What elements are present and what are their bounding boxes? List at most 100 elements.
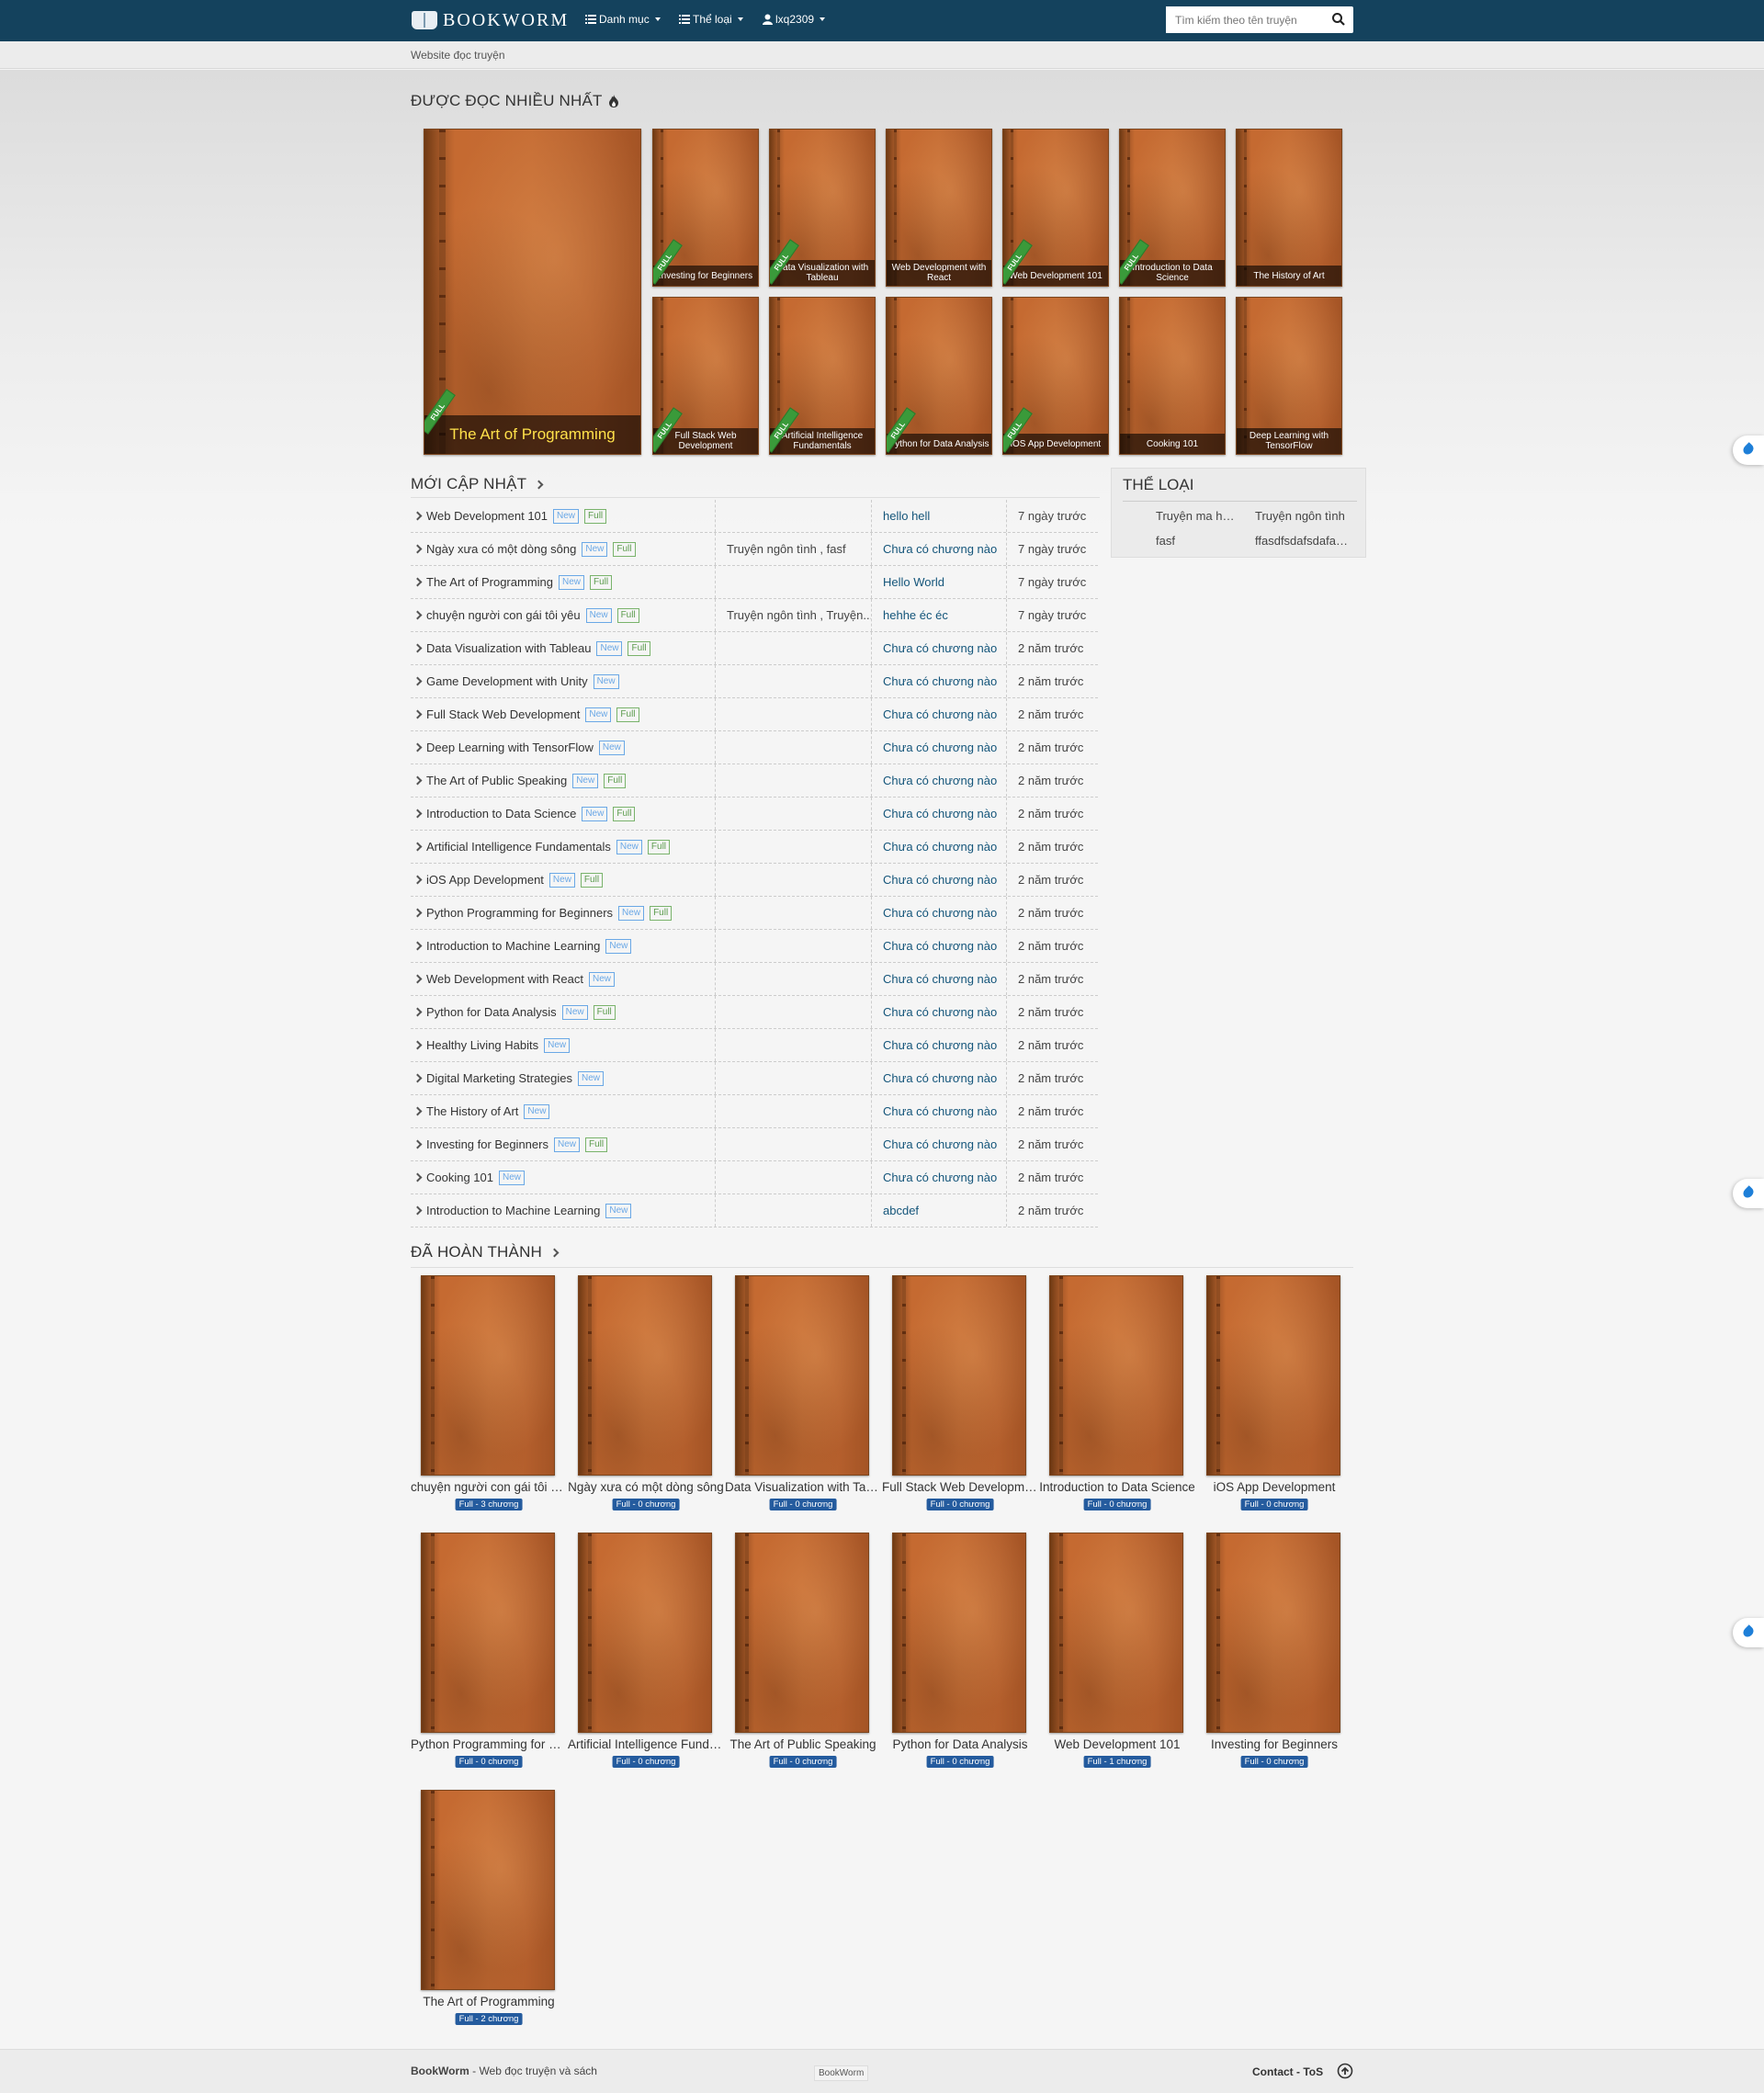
row-chapter-link[interactable]: Chưa có chương nào [872,798,1007,830]
hot-book-card[interactable]: Deep Learning with TensorFlow [1236,297,1342,455]
row-title-cell[interactable]: Python for Data Analysis New Full [411,996,716,1028]
row-title-cell[interactable]: Python Programming for Beginners New Full [411,897,716,929]
menu-genre[interactable]: Thể loại [679,13,743,26]
row-title-cell[interactable]: Full Stack Web Development New Full [411,698,716,730]
completed-book-title[interactable]: Python for Data Analysis [882,1737,1038,1751]
row-genres[interactable] [716,764,872,797]
hot-book-card[interactable]: FULL Data Visualization with Tableau [769,129,876,287]
row-genres[interactable] [716,1128,872,1160]
row-chapter-link[interactable]: abcdef [872,1194,1007,1227]
row-title-cell[interactable]: Healthy Living Habits New [411,1029,716,1061]
row-genres[interactable] [716,665,872,697]
row-title[interactable]: Digital Marketing Strategies [426,1071,572,1085]
row-title[interactable]: The History of Art [426,1104,518,1118]
floating-widget-button[interactable] [1733,1179,1764,1208]
row-genres[interactable] [716,963,872,995]
row-chapter-link[interactable]: Chưa có chương nào [872,1128,1007,1160]
row-title[interactable]: Introduction to Machine Learning [426,1204,600,1217]
genre-item[interactable]: Truyện ngôn tình [1255,509,1351,523]
search-input[interactable] [1166,6,1322,33]
book-cover-image[interactable] [892,1275,1026,1476]
row-title[interactable]: Web Development 101 [426,509,548,523]
contact-link[interactable]: Contact [1252,2065,1294,2078]
book-cover-image[interactable] [421,1533,555,1733]
row-title[interactable]: chuyện người con gái tôi yêu [426,608,581,622]
completed-book-title[interactable]: Ngày xưa có một dòng sông [568,1480,724,1494]
row-chapter-link[interactable]: hello hell [872,500,1007,532]
row-title[interactable]: Python Programming for Beginners [426,906,613,920]
row-genres[interactable] [716,1161,872,1194]
row-genres[interactable] [716,500,872,532]
completed-book-title[interactable]: Full Stack Web Development [882,1480,1038,1494]
book-cover-image[interactable] [735,1533,869,1733]
row-chapter-link[interactable]: hehhe éc éc [872,599,1007,631]
row-genres[interactable] [716,864,872,896]
completed-book-card[interactable]: Python Programming for Beginners Full - 0… [411,1533,567,1773]
completed-book-card[interactable]: Python for Data Analysis Full - 0 chương [882,1533,1038,1773]
row-title[interactable]: Ngày xưa có một dòng sông [426,542,576,556]
row-title[interactable]: Web Development with React [426,972,583,986]
hot-book-card[interactable]: Cooking 101 [1119,297,1226,455]
genre-item[interactable]: Truyện ma hành... [1156,509,1238,523]
row-title[interactable]: Artificial Intelligence Fundamentals [426,840,611,854]
completed-book-title[interactable]: Investing for Beginners [1196,1737,1352,1751]
row-title[interactable]: Healthy Living Habits [426,1038,538,1052]
row-genres[interactable] [716,897,872,929]
genre-item[interactable]: fasf [1156,534,1238,548]
row-title-cell[interactable]: Deep Learning with TensorFlow New [411,731,716,764]
row-chapter-link[interactable]: Chưa có chương nào [872,764,1007,797]
brand-logo[interactable]: BOOKWORM [412,8,569,32]
hot-featured-book[interactable]: FULL The Art of Programming [424,129,641,455]
book-cover-image[interactable] [421,1790,555,1990]
row-genres[interactable] [716,930,872,962]
row-chapter-link[interactable]: Chưa có chương nào [872,831,1007,863]
row-title-cell[interactable]: The Art of Programming New Full [411,566,716,598]
hot-book-card[interactable]: Web Development with React [886,129,992,287]
completed-book-card[interactable]: The Art of Public Speaking Full - 0 chươn… [725,1533,881,1773]
row-title-cell[interactable]: Game Development with Unity New [411,665,716,697]
row-title[interactable]: The Art of Public Speaking [426,774,567,787]
completed-book-card[interactable]: Artificial Intelligence Fundamentals Full… [568,1533,724,1773]
search-icon[interactable] [1331,12,1346,27]
row-chapter-link[interactable]: Chưa có chương nào [872,1161,1007,1194]
row-chapter-link[interactable]: Chưa có chương nào [872,533,1007,565]
completed-book-card[interactable]: The Art of Programming Full - 2 chương [411,1790,567,2031]
row-genres[interactable] [716,996,872,1028]
completed-book-card[interactable]: Web Development 101 Full - 1 chương [1039,1533,1195,1773]
floating-widget-button[interactable] [1733,1618,1764,1647]
scroll-top-icon[interactable] [1337,2063,1353,2079]
row-chapter-link[interactable]: Chưa có chương nào [872,963,1007,995]
book-cover-image[interactable] [578,1533,712,1733]
row-title[interactable]: Cooking 101 [426,1171,493,1184]
row-title-cell[interactable]: The History of Art New [411,1095,716,1127]
book-cover-image[interactable] [1049,1275,1183,1476]
book-cover-image[interactable] [1206,1275,1340,1476]
row-title-cell[interactable]: Ngày xưa có một dòng sông New Full [411,533,716,565]
completed-book-title[interactable]: chuyện người con gái tôi yêu [411,1480,567,1494]
row-chapter-link[interactable]: Chưa có chương nào [872,731,1007,764]
section-completed-title[interactable]: ĐÃ HOÀN THÀNH [411,1243,563,1261]
row-chapter-link[interactable]: Chưa có chương nào [872,996,1007,1028]
floating-widget-button[interactable] [1733,436,1764,465]
footer-brand[interactable]: BookWorm [411,2065,469,2077]
completed-book-card[interactable]: chuyện người con gái tôi yêu Full - 3 chư… [411,1275,567,1516]
row-chapter-link[interactable]: Chưa có chương nào [872,1095,1007,1127]
row-title[interactable]: iOS App Development [426,873,544,887]
row-title[interactable]: The Art of Programming [426,575,553,589]
row-chapter-link[interactable]: Chưa có chương nào [872,632,1007,664]
row-genres[interactable] [716,1029,872,1061]
row-genres[interactable] [716,632,872,664]
row-title[interactable]: Introduction to Machine Learning [426,939,600,953]
row-genres[interactable]: Truyện ngôn tình , fasf [716,533,872,565]
hot-book-card[interactable]: FULL Web Development 101 [1002,129,1109,287]
completed-book-title[interactable]: Artificial Intelligence Fundamentals [568,1737,724,1751]
row-title-cell[interactable]: Data Visualization with Tableau New Full [411,632,716,664]
row-title-cell[interactable]: The Art of Public Speaking New Full [411,764,716,797]
row-genres[interactable] [716,731,872,764]
row-title-cell[interactable]: Web Development with React New [411,963,716,995]
completed-book-card[interactable]: Full Stack Web Development Full - 0 chươn… [882,1275,1038,1516]
completed-book-card[interactable]: Investing for Beginners Full - 0 chương [1196,1533,1352,1773]
row-genres[interactable] [716,798,872,830]
book-cover-image[interactable] [578,1275,712,1476]
tos-link[interactable]: ToS [1303,2065,1323,2078]
